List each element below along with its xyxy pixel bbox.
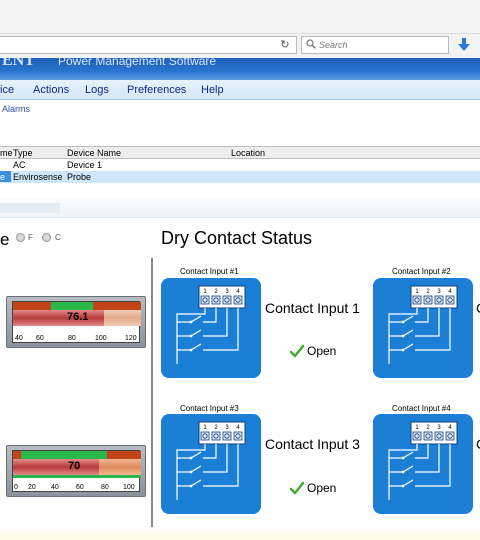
- reload-icon[interactable]: ↻: [278, 39, 292, 52]
- gauge-tick-label: 120: [125, 335, 137, 342]
- contact-input-1-diagram: 1234: [161, 278, 261, 378]
- unit-c-radio[interactable]: [42, 233, 51, 242]
- contact-input-3-diagram: 1234: [161, 414, 261, 514]
- gauge-empty-bar: [104, 310, 141, 326]
- device-table: me Type Device Name Location AC Device 1…: [0, 146, 480, 183]
- gauge-value: 76.1: [67, 311, 89, 323]
- check-icon: [290, 344, 304, 358]
- table-cell: Probe: [67, 172, 92, 182]
- contact-status: Open: [307, 481, 337, 495]
- panel-divider: [151, 258, 153, 528]
- gauge-ticks: 0 20 40 60 80 100: [13, 481, 139, 491]
- menu-preferences[interactable]: Preferences: [127, 84, 186, 96]
- gauge-tick-label: 80: [101, 484, 109, 491]
- gauge-level-bar: [13, 310, 104, 326]
- contact-caption: Contact Input #4: [392, 404, 451, 413]
- menu-device[interactable]: ice: [0, 84, 14, 96]
- table-cell: Device 1: [67, 160, 103, 170]
- unit-f-label: F: [28, 233, 33, 242]
- col-header[interactable]: Location: [231, 148, 265, 158]
- horizontal-scrollbar[interactable]: [0, 198, 480, 218]
- contact-caption: Contact Input #2: [392, 267, 451, 276]
- table-cell: e: [0, 171, 11, 182]
- menu-logs[interactable]: Logs: [85, 84, 109, 96]
- dry-contact-title: Dry Contact Status: [161, 228, 313, 248]
- table-row[interactable]: e Envirosense Probe: [0, 171, 480, 183]
- search-placeholder: Search: [319, 40, 348, 50]
- app-brand: ENT: [2, 58, 35, 69]
- contact-status: Open: [307, 344, 337, 358]
- breadcrumb-alarms[interactable]: Alarms: [2, 104, 30, 114]
- browser-tab-strip: [0, 0, 480, 34]
- contact-name: Contact Input 3: [265, 436, 360, 452]
- app-header: ENT Power Management Software: [0, 58, 480, 80]
- contact-name: Contact Input 1: [265, 300, 360, 316]
- contact-caption: Contact Input #3: [180, 404, 239, 413]
- scrollbar-thumb[interactable]: [0, 203, 60, 213]
- gauge-tick-label: 40: [15, 335, 23, 342]
- contact-wiring-diagram: 1234: [176, 421, 246, 500]
- contact-wiring-diagram: 1234: [176, 285, 246, 364]
- contact-name: C: [476, 436, 480, 452]
- col-header[interactable]: Device Name: [67, 148, 121, 158]
- gauge-ok-band-lower: [13, 475, 141, 478]
- temperature-gauge: 76.1 40 60 80 100 120: [6, 296, 146, 348]
- unit-f-radio[interactable]: [16, 233, 25, 242]
- address-bar[interactable]: [0, 36, 297, 54]
- gauge-empty-bar: [99, 459, 141, 475]
- app-subtitle: Power Management Software: [58, 58, 217, 68]
- gauge-tick-label: 60: [36, 335, 44, 342]
- contact-caption: Contact Input #1: [180, 267, 239, 276]
- menu-actions[interactable]: Actions: [33, 84, 69, 96]
- footer-strip: [0, 527, 480, 540]
- contact-input-2-diagram: 1234: [373, 278, 473, 378]
- unit-label: e: [0, 230, 10, 249]
- gauge-tick-label: 40: [51, 484, 59, 491]
- menu-help[interactable]: Help: [201, 84, 224, 96]
- gauge-level-bar: [13, 459, 99, 475]
- table-cell: Envirosense: [13, 172, 63, 182]
- gauge-ok-band: [51, 302, 93, 310]
- table-header: me Type Device Name Location: [0, 146, 480, 159]
- download-icon[interactable]: [458, 38, 470, 52]
- contact-name: C: [476, 300, 480, 316]
- unit-c-label: C: [55, 233, 61, 242]
- gauge-tick-label: 0: [14, 484, 18, 491]
- col-header[interactable]: Type: [13, 148, 33, 158]
- gauge-ok-band: [21, 451, 107, 459]
- gauge-tick-label: 20: [28, 484, 36, 491]
- search-icon: [306, 39, 316, 49]
- check-icon: [290, 481, 304, 495]
- contact-wiring-diagram: 1234: [388, 421, 458, 500]
- table-cell: AC: [13, 160, 26, 170]
- search-input[interactable]: Search: [301, 36, 449, 54]
- gauge-tick-label: 60: [76, 484, 84, 491]
- gauge-tick-label: 100: [123, 484, 135, 491]
- contact-wiring-diagram: 1234: [388, 285, 458, 364]
- table-row[interactable]: AC Device 1: [0, 159, 480, 171]
- gauge-value: 70: [68, 460, 81, 472]
- col-header[interactable]: me: [0, 148, 13, 158]
- temperature-panel: e F C 76.1 40 60 80 100 120 70 0 20 40 6…: [0, 220, 152, 540]
- humidity-gauge: 70 0 20 40 60 80 100: [6, 445, 146, 497]
- contact-input-4-diagram: 1234: [373, 414, 473, 514]
- menu-bar: ice Actions Logs Preferences Help: [0, 80, 480, 100]
- gauge-tick-label: 80: [68, 335, 76, 342]
- gauge-tick-label: 100: [95, 335, 107, 342]
- gauge-ticks: 40 60 80 100 120: [13, 332, 139, 342]
